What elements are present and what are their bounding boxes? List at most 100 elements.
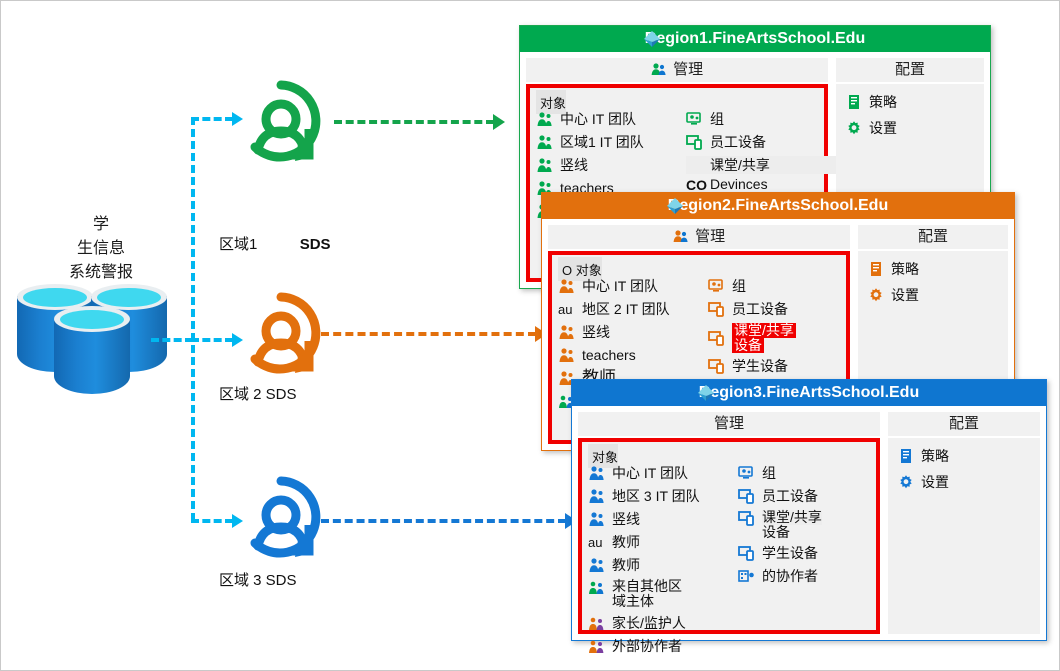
list-item[interactable]: 的协作者	[738, 567, 888, 585]
source-label: 学 生信息 系统警报	[68, 216, 133, 281]
device-icon	[738, 510, 756, 526]
sds-caption-cn: 区域1	[219, 236, 258, 253]
group-people-icon	[588, 511, 606, 527]
list-item[interactable]: 课堂/共享	[686, 156, 836, 174]
group-people-icon	[588, 557, 606, 573]
sds-caption-region2: 区域 2 SDS	[219, 386, 297, 403]
list-item[interactable]: 区域1 IT 团队	[536, 133, 696, 151]
list-item[interactable]: 竖线	[558, 323, 718, 341]
sds-icon-region1	[233, 77, 329, 169]
config-header-region2: 配置	[858, 225, 1008, 249]
manage-header-region3: 管理	[578, 412, 880, 436]
collaborators-icon	[588, 579, 606, 595]
config-item-settings-region3[interactable]: 设置	[898, 472, 1030, 492]
list-item[interactable]: 员工设备	[738, 487, 888, 505]
config-item-settings-region2[interactable]: 设置	[868, 285, 998, 305]
sds-icon-region3	[233, 473, 329, 565]
list-item[interactable]: 组	[708, 277, 858, 295]
device-icon	[738, 488, 756, 504]
highlighted-label-region2: 课堂/共享 设备	[732, 322, 796, 353]
list-item[interactable]: 组	[686, 110, 836, 128]
manage-header-region2: 管理	[548, 225, 850, 249]
list-item[interactable]: 来自其他区 域主体	[588, 579, 748, 609]
list-item[interactable]: CO Devinces	[686, 175, 836, 193]
config-item-settings-region1[interactable]: 设置	[846, 118, 974, 138]
guardian-icon	[588, 615, 606, 631]
list-item[interactable]: 学生设备	[708, 357, 858, 375]
list-item[interactable]: teachers	[558, 346, 718, 364]
list-item[interactable]: 中心 IT 团队	[558, 277, 718, 295]
list-item[interactable]: 组	[738, 464, 888, 482]
policy-icon	[846, 94, 862, 110]
people-icon	[673, 230, 692, 247]
sds-caption-en: SDS	[299, 236, 331, 253]
group-icon	[686, 111, 704, 127]
config-item-policy-region2[interactable]: 策略	[868, 259, 998, 279]
gear-icon	[846, 120, 862, 136]
bus-trunk	[191, 117, 195, 521]
device-icon	[708, 358, 726, 374]
gear-icon	[868, 287, 884, 303]
group-people-icon	[558, 347, 576, 363]
user-au-icon: au	[588, 535, 603, 550]
config-item-policy-region1[interactable]: 策略	[846, 92, 974, 112]
flow-arrow-region3	[321, 519, 566, 523]
list-item[interactable]: 教师	[588, 556, 748, 574]
bus-branch-1	[191, 117, 233, 121]
list-item[interactable]: 中心 IT 团队	[536, 110, 696, 128]
bus-stub	[151, 338, 193, 342]
device-icon	[708, 301, 726, 317]
window-title-text-region1: Region1.FineArtsSchool.Edu	[644, 30, 866, 47]
list-item[interactable]: 员工设备	[708, 300, 858, 318]
flow-arrow-region2	[321, 332, 536, 336]
people-icon	[651, 63, 670, 80]
group-people-icon	[536, 134, 554, 150]
window-region3[interactable]: Region3.FineArtsSchool.Edu 管理 对象 中心 IT 团…	[571, 379, 1047, 654]
external-collaborator-icon	[588, 638, 606, 654]
sds-caption-region3: 区域 3 SDS	[219, 572, 297, 589]
cube-icon	[697, 384, 715, 402]
window-title-text-region2: Region2.FineArtsSchool.Edu	[667, 197, 889, 214]
database-stack-icon	[15, 284, 170, 394]
objects-list-region3: 中心 IT 团队 地区 3 IT 团队 竖线 au 教师 教师 来自其他区 域主…	[582, 464, 876, 654]
co-text-icon: CO	[686, 177, 707, 193]
group-people-icon	[536, 111, 554, 127]
policy-icon	[898, 448, 914, 464]
cube-icon	[666, 197, 684, 215]
list-item[interactable]: 外部协作者	[588, 637, 748, 655]
window-title-text-region3: Region3.FineArtsSchool.Edu	[698, 384, 920, 401]
list-item[interactable]: au 地区 2 IT 团队	[558, 300, 718, 318]
group-people-icon	[588, 488, 606, 504]
config-header-region1: 配置	[836, 58, 984, 82]
user-au-icon: au	[558, 302, 573, 317]
spacer-icon	[686, 157, 704, 173]
list-item[interactable]: 家长/监护人	[588, 614, 748, 632]
window-title-region1: Region1.FineArtsSchool.Edu	[520, 26, 990, 52]
bus-branch-2	[191, 338, 233, 342]
flow-arrowhead-region1	[493, 114, 505, 130]
list-item[interactable]: 竖线	[536, 156, 696, 174]
manage-header-region1: 管理	[526, 58, 828, 82]
service-principal-icon	[738, 568, 756, 584]
config-header-region3: 配置	[888, 412, 1040, 436]
window-title-region2: Region2.FineArtsSchool.Edu	[542, 193, 1014, 219]
group-icon	[738, 465, 756, 481]
cube-icon	[643, 30, 661, 48]
list-item-highlighted[interactable]: 课堂/共享 设备	[708, 323, 858, 353]
device-icon	[738, 545, 756, 561]
list-item[interactable]: 学生设备	[738, 544, 888, 562]
list-item[interactable]: 中心 IT 团队	[588, 464, 748, 482]
window-columns-region3: 管理 对象 中心 IT 团队 地区 3 IT 团队 竖线 au 教师 教师 来自…	[578, 412, 1040, 654]
policy-icon	[868, 261, 884, 277]
list-item[interactable]: 地区 3 IT 团队	[588, 487, 748, 505]
diagram-canvas: 学 生信息 系统警报 区域1 SDS 区域 2 SDS 区域 3 SDS Reg…	[0, 0, 1060, 671]
flow-arrow-region1	[334, 120, 494, 124]
gear-icon	[898, 474, 914, 490]
list-item[interactable]: 竖线	[588, 510, 748, 528]
list-item[interactable]: 员工设备	[686, 133, 836, 151]
bus-branch-3	[191, 519, 233, 523]
list-item[interactable]: 课堂/共享 设备	[738, 510, 888, 540]
device-icon	[686, 134, 704, 150]
config-item-policy-region3[interactable]: 策略	[898, 446, 1030, 466]
list-item[interactable]: au 教师	[588, 533, 748, 551]
